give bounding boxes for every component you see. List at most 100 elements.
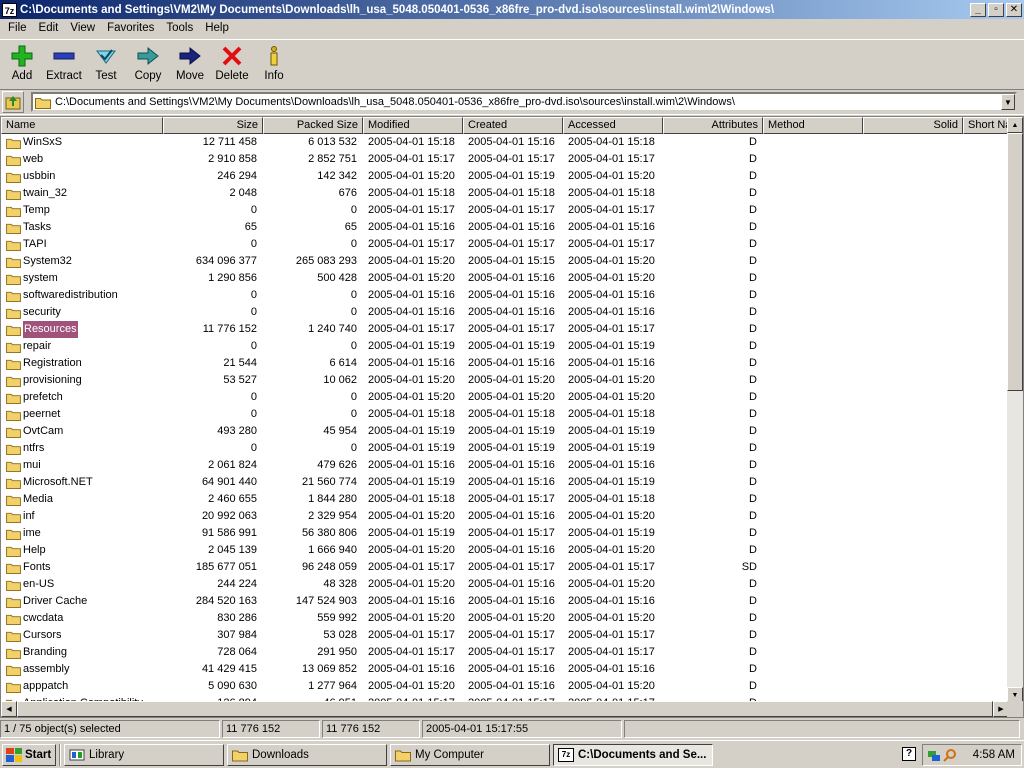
table-row[interactable]: usbbin 246 294 142 342 2005-04-01 15:20 2005… <box>1 168 1009 185</box>
table-row[interactable]: Media 2 460 655 1 844 280 2005-04-01 15:18 2… <box>1 491 1009 508</box>
table-row[interactable]: repair 0 0 2005-04-01 15:19 2005-04-01 15:19… <box>1 338 1009 355</box>
table-row[interactable]: System32 634 096 377 265 083 293 2005-04-01… <box>1 253 1009 270</box>
taskbar-button-library[interactable]: Library <box>64 743 224 766</box>
table-row[interactable]: Driver Cache 284 520 163 147 524 903 2005-0… <box>1 593 1009 610</box>
minimize-button[interactable]: _ <box>970 2 986 17</box>
packed-size-cell: 500 428 <box>317 272 357 284</box>
table-row[interactable]: prefetch 0 0 2005-04-01 15:20 2005-04-01 15:… <box>1 389 1009 406</box>
table-row[interactable]: Help 2 045 139 1 666 940 2005-04-01 15:20 20… <box>1 542 1009 559</box>
file-name: Media <box>23 493 53 505</box>
file-name: Branding <box>23 646 68 658</box>
table-row[interactable]: WinSxS 12 711 458 6 013 532 2005-04-01 15:1… <box>1 134 1009 151</box>
column-method[interactable]: Method <box>763 117 863 134</box>
info-button[interactable]: Info <box>253 40 295 86</box>
menu-tools[interactable]: Tools <box>160 22 199 34</box>
table-row[interactable]: TAPI 0 0 2005-04-01 15:17 2005-04-01 15:17 20… <box>1 236 1009 253</box>
table-row[interactable]: twain_32 2 048 676 2005-04-01 15:18 2005-04-… <box>1 185 1009 202</box>
created-cell: 2005-04-01 15:15 <box>468 255 555 267</box>
table-row[interactable]: inf 20 992 063 2 329 954 2005-04-01 15:20 20… <box>1 508 1009 525</box>
table-row[interactable]: web 2 910 858 2 852 751 2005-04-01 15:17 200… <box>1 151 1009 168</box>
table-row[interactable]: OvtCam 493 280 45 954 2005-04-01 15:19 2005-… <box>1 423 1009 440</box>
copy-button[interactable]: Copy <box>127 40 169 86</box>
name-cell: ntfrs <box>6 440 163 457</box>
table-row[interactable]: en-US 244 224 48 328 2005-04-01 15:20 2005-0… <box>1 576 1009 593</box>
modified-cell: 2005-04-01 15:19 <box>368 425 455 437</box>
extract-button[interactable]: Extract <box>43 40 85 86</box>
table-row[interactable]: mui 2 061 824 479 626 2005-04-01 15:16 2005-… <box>1 457 1009 474</box>
packed-size-cell: 10 062 <box>323 374 357 386</box>
folder-icon <box>6 665 21 676</box>
taskbar-label: Library <box>89 748 125 761</box>
attributes-cell: D <box>749 357 757 369</box>
horizontal-scroll-thumb[interactable] <box>17 701 993 717</box>
maximize-button[interactable]: ▫ <box>988 2 1004 17</box>
taskbar-button-7zip[interactable]: 7z C:\Documents and Se... <box>553 743 713 766</box>
accessed-cell: 2005-04-01 15:20 <box>568 170 655 182</box>
name-cell: OvtCam <box>6 423 163 440</box>
close-button[interactable]: ✕ <box>1006 2 1022 17</box>
menu-favorites[interactable]: Favorites <box>101 22 160 34</box>
table-row[interactable]: Resources 11 776 152 1 240 740 2005-04-01 1… <box>1 321 1009 338</box>
table-row[interactable]: assembly 41 429 415 13 069 852 2005-04-01 1… <box>1 661 1009 678</box>
table-row[interactable]: security 0 0 2005-04-01 15:16 2005-04-01 15:… <box>1 304 1009 321</box>
column-name[interactable]: Name <box>1 117 163 134</box>
table-row[interactable]: ntfrs 0 0 2005-04-01 15:19 2005-04-01 15:19 2… <box>1 440 1009 457</box>
table-row[interactable]: Fonts 185 677 051 96 248 059 2005-04-01 15:… <box>1 559 1009 576</box>
table-row[interactable]: system 1 290 856 500 428 2005-04-01 15:20 20… <box>1 270 1009 287</box>
add-button[interactable]: Add <box>1 40 43 86</box>
column-packed-size[interactable]: Packed Size <box>263 117 363 134</box>
table-row[interactable]: apppatch 5 090 630 1 277 964 2005-04-01 15:… <box>1 678 1009 695</box>
test-button[interactable]: Test <box>85 40 127 86</box>
table-row[interactable]: softwaredistribution 0 0 2005-04-01 15:16 20… <box>1 287 1009 304</box>
packed-size-cell: 1 240 740 <box>308 323 357 335</box>
address-field[interactable]: C:\Documents and Settings\VM2\My Documen… <box>31 92 1017 112</box>
delete-button[interactable]: Delete <box>211 40 253 86</box>
column-size[interactable]: Size <box>163 117 263 134</box>
menu-edit[interactable]: Edit <box>33 22 65 34</box>
table-row[interactable]: Branding 728 064 291 950 2005-04-01 15:17 20… <box>1 644 1009 661</box>
table-row[interactable]: ime 91 586 991 56 380 806 2005-04-01 15:19 2… <box>1 525 1009 542</box>
size-cell: 2 460 655 <box>208 493 257 505</box>
folder-icon <box>6 359 21 370</box>
table-row[interactable]: Microsoft.NET 64 901 440 21 560 774 2005-04… <box>1 474 1009 491</box>
file-list[interactable]: Name Size Packed Size Modified Created A… <box>0 116 1024 718</box>
column-short-name[interactable]: Short Na <box>963 117 1009 134</box>
table-row[interactable]: Cursors 307 984 53 028 2005-04-01 15:17 2005… <box>1 627 1009 644</box>
scroll-left-button[interactable]: ◀ <box>1 701 17 717</box>
taskbar-button-downloads[interactable]: Downloads <box>227 743 387 766</box>
column-accessed[interactable]: Accessed <box>563 117 663 134</box>
7zip-app-icon[interactable]: 7z <box>2 2 17 17</box>
table-row[interactable]: Registration 21 544 6 614 2005-04-01 15:16 2… <box>1 355 1009 372</box>
vertical-scrollbar[interactable]: ▲ ▼ <box>1007 117 1023 703</box>
vertical-scroll-thumb[interactable] <box>1007 133 1023 391</box>
attributes-cell: D <box>749 595 757 607</box>
column-modified[interactable]: Modified <box>363 117 463 134</box>
table-row[interactable]: provisioning 53 527 10 062 2005-04-01 15:20… <box>1 372 1009 389</box>
column-created[interactable]: Created <box>463 117 563 134</box>
menu-help[interactable]: Help <box>199 22 235 34</box>
start-button[interactable]: Start <box>2 743 56 766</box>
taskbar-button-my-computer[interactable]: My Computer <box>390 743 550 766</box>
accessed-cell: 2005-04-01 15:16 <box>568 663 655 675</box>
start-label: Start <box>25 748 52 761</box>
menu-file[interactable]: File <box>2 22 33 34</box>
table-row[interactable]: Tasks 65 65 2005-04-01 15:16 2005-04-01 15:1… <box>1 219 1009 236</box>
size-cell: 185 677 051 <box>195 561 257 573</box>
move-button[interactable]: Move <box>169 40 211 86</box>
horizontal-scrollbar[interactable]: ◀ ▶ <box>1 701 1009 717</box>
help-icon[interactable]: ? <box>902 747 916 761</box>
table-row[interactable]: Temp 0 0 2005-04-01 15:17 2005-04-01 15:17 20… <box>1 202 1009 219</box>
attributes-cell: D <box>749 663 757 675</box>
table-row[interactable]: peernet 0 0 2005-04-01 15:18 2005-04-01 15:1… <box>1 406 1009 423</box>
scroll-up-button[interactable]: ▲ <box>1007 117 1023 133</box>
menu-view[interactable]: View <box>64 22 101 34</box>
clock[interactable]: 4:58 AM <box>973 749 1015 761</box>
created-cell: 2005-04-01 15:19 <box>468 340 555 352</box>
column-attributes[interactable]: Attributes <box>663 117 763 134</box>
packed-size-cell: 45 954 <box>323 425 357 437</box>
table-row[interactable]: cwcdata 830 286 559 992 2005-04-01 15:20 200… <box>1 610 1009 627</box>
column-solid[interactable]: Solid <box>863 117 963 134</box>
address-dropdown-button[interactable]: ▼ <box>1001 94 1015 110</box>
up-folder-button[interactable] <box>2 91 24 113</box>
folder-icon <box>6 342 21 353</box>
